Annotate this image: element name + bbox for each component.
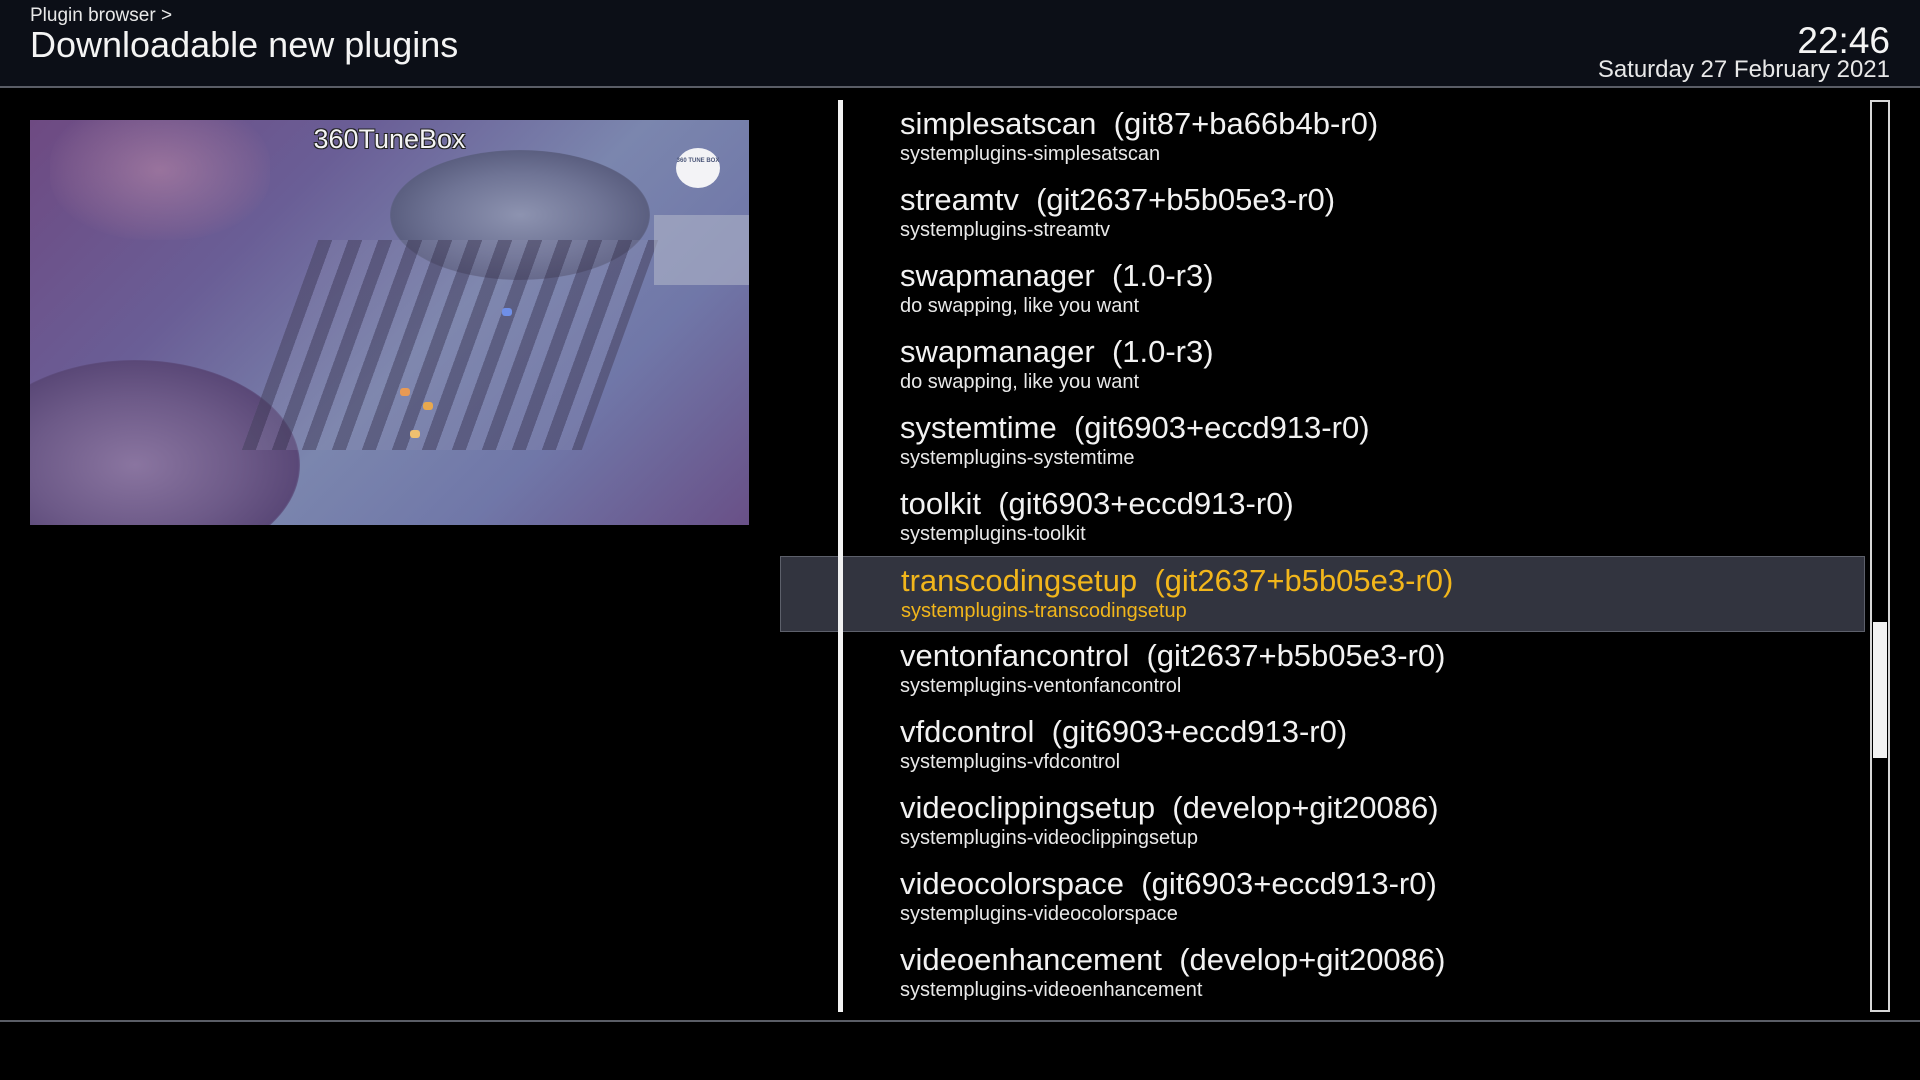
plugin-row[interactable]: videoclippingsetup (develop+git20086) sys… — [780, 784, 1865, 860]
plugin-description: systemplugins-toolkit — [900, 523, 1086, 545]
plugin-row[interactable]: swapmanager (1.0-r3) do swapping, like yo… — [780, 328, 1865, 404]
preview-image-led — [423, 402, 433, 410]
plugin-description: systemplugins-videoenhancement — [900, 979, 1203, 1001]
plugin-description: systemplugins-ventonfancontrol — [900, 675, 1182, 697]
plugin-name: ventonfancontrol (git2637+b5b05e3-r0) — [900, 638, 1446, 673]
preview-image-screen — [654, 215, 749, 285]
plugin-row[interactable]: simplesatscan (git87+ba66b4b-r0) systempl… — [780, 100, 1865, 176]
footer-bar — [0, 1022, 1920, 1080]
preview-image-led — [502, 308, 512, 316]
channel-name: 360TuneBox — [313, 124, 466, 154]
plugin-row[interactable]: systemtime (git6903+eccd913-r0) systemplu… — [780, 404, 1865, 480]
plugin-name: swapmanager (1.0-r3) — [900, 334, 1214, 369]
plugin-name: transcodingsetup (git2637+b5b05e3-r0) — [901, 563, 1454, 598]
plugin-row[interactable]: streamtv (git2637+b5b05e3-r0) systemplugi… — [780, 176, 1865, 252]
plugin-name: vfdcontrol (git6903+eccd913-r0) — [900, 714, 1348, 749]
page-title: Downloadable new plugins — [30, 24, 459, 65]
scrollbar-thumb[interactable] — [1873, 622, 1887, 758]
plugin-row[interactable]: videoenhancement (develop+git20086) syste… — [780, 936, 1865, 1012]
plugin-name: streamtv (git2637+b5b05e3-r0) — [900, 182, 1336, 217]
plugin-name: systemtime (git6903+eccd913-r0) — [900, 410, 1370, 445]
plugin-description: systemplugins-transcodingsetup — [901, 600, 1187, 622]
plugin-description: do swapping, like you want — [900, 295, 1140, 317]
plugin-description: systemplugins-systemtime — [900, 447, 1135, 469]
plugin-description: systemplugins-streamtv — [900, 219, 1111, 241]
channel-logo-icon: 360 TUNE BOX — [676, 148, 720, 188]
plugin-row-selected[interactable]: transcodingsetup (git2637+b5b05e3-r0) sys… — [780, 556, 1865, 632]
plugin-name: videoenhancement (develop+git20086) — [900, 942, 1446, 977]
date: Saturday 27 February 2021 — [1597, 56, 1890, 83]
plugin-name: swapmanager (1.0-r3) — [900, 258, 1214, 293]
plugin-row[interactable]: ventonfancontrol (git2637+b5b05e3-r0) sys… — [780, 632, 1865, 708]
preview-image-mixer — [241, 240, 659, 450]
plugin-row[interactable]: vfdcontrol (git6903+eccd913-r0) systemplu… — [780, 708, 1865, 784]
plugin-description: systemplugins-simplesatscan — [900, 143, 1161, 165]
plugin-description: systemplugins-videocolorspace — [900, 903, 1178, 925]
plugin-name: videoclippingsetup (develop+git20086) — [900, 790, 1439, 825]
plugin-description: systemplugins-videoclippingsetup — [900, 827, 1198, 849]
plugin-row[interactable]: swapmanager (1.0-r3) do swapping, like yo… — [780, 252, 1865, 328]
plugin-description: do swapping, like you want — [900, 371, 1140, 393]
plugin-description: systemplugins-vfdcontrol — [900, 751, 1121, 773]
plugin-row[interactable]: videocolorspace (git6903+eccd913-r0) syst… — [780, 860, 1865, 936]
video-preview: 360TuneBox 360 TUNE BOX — [30, 120, 749, 525]
scrollbar[interactable] — [1870, 100, 1890, 1012]
preview-image-led — [410, 430, 420, 438]
plugin-name: videocolorspace (git6903+eccd913-r0) — [900, 866, 1437, 901]
plugin-name: simplesatscan (git87+ba66b4b-r0) — [900, 106, 1379, 141]
header-bar: Plugin browser > Downloadable new plugin… — [0, 0, 1920, 88]
plugin-row[interactable]: toolkit (git6903+eccd913-r0) systemplugin… — [780, 480, 1865, 556]
preview-image-led — [400, 388, 410, 396]
plugin-list[interactable]: simplesatscan (git87+ba66b4b-r0) systempl… — [780, 100, 1865, 1012]
list-divider — [838, 100, 843, 1012]
plugin-name: toolkit (git6903+eccd913-r0) — [900, 486, 1294, 521]
